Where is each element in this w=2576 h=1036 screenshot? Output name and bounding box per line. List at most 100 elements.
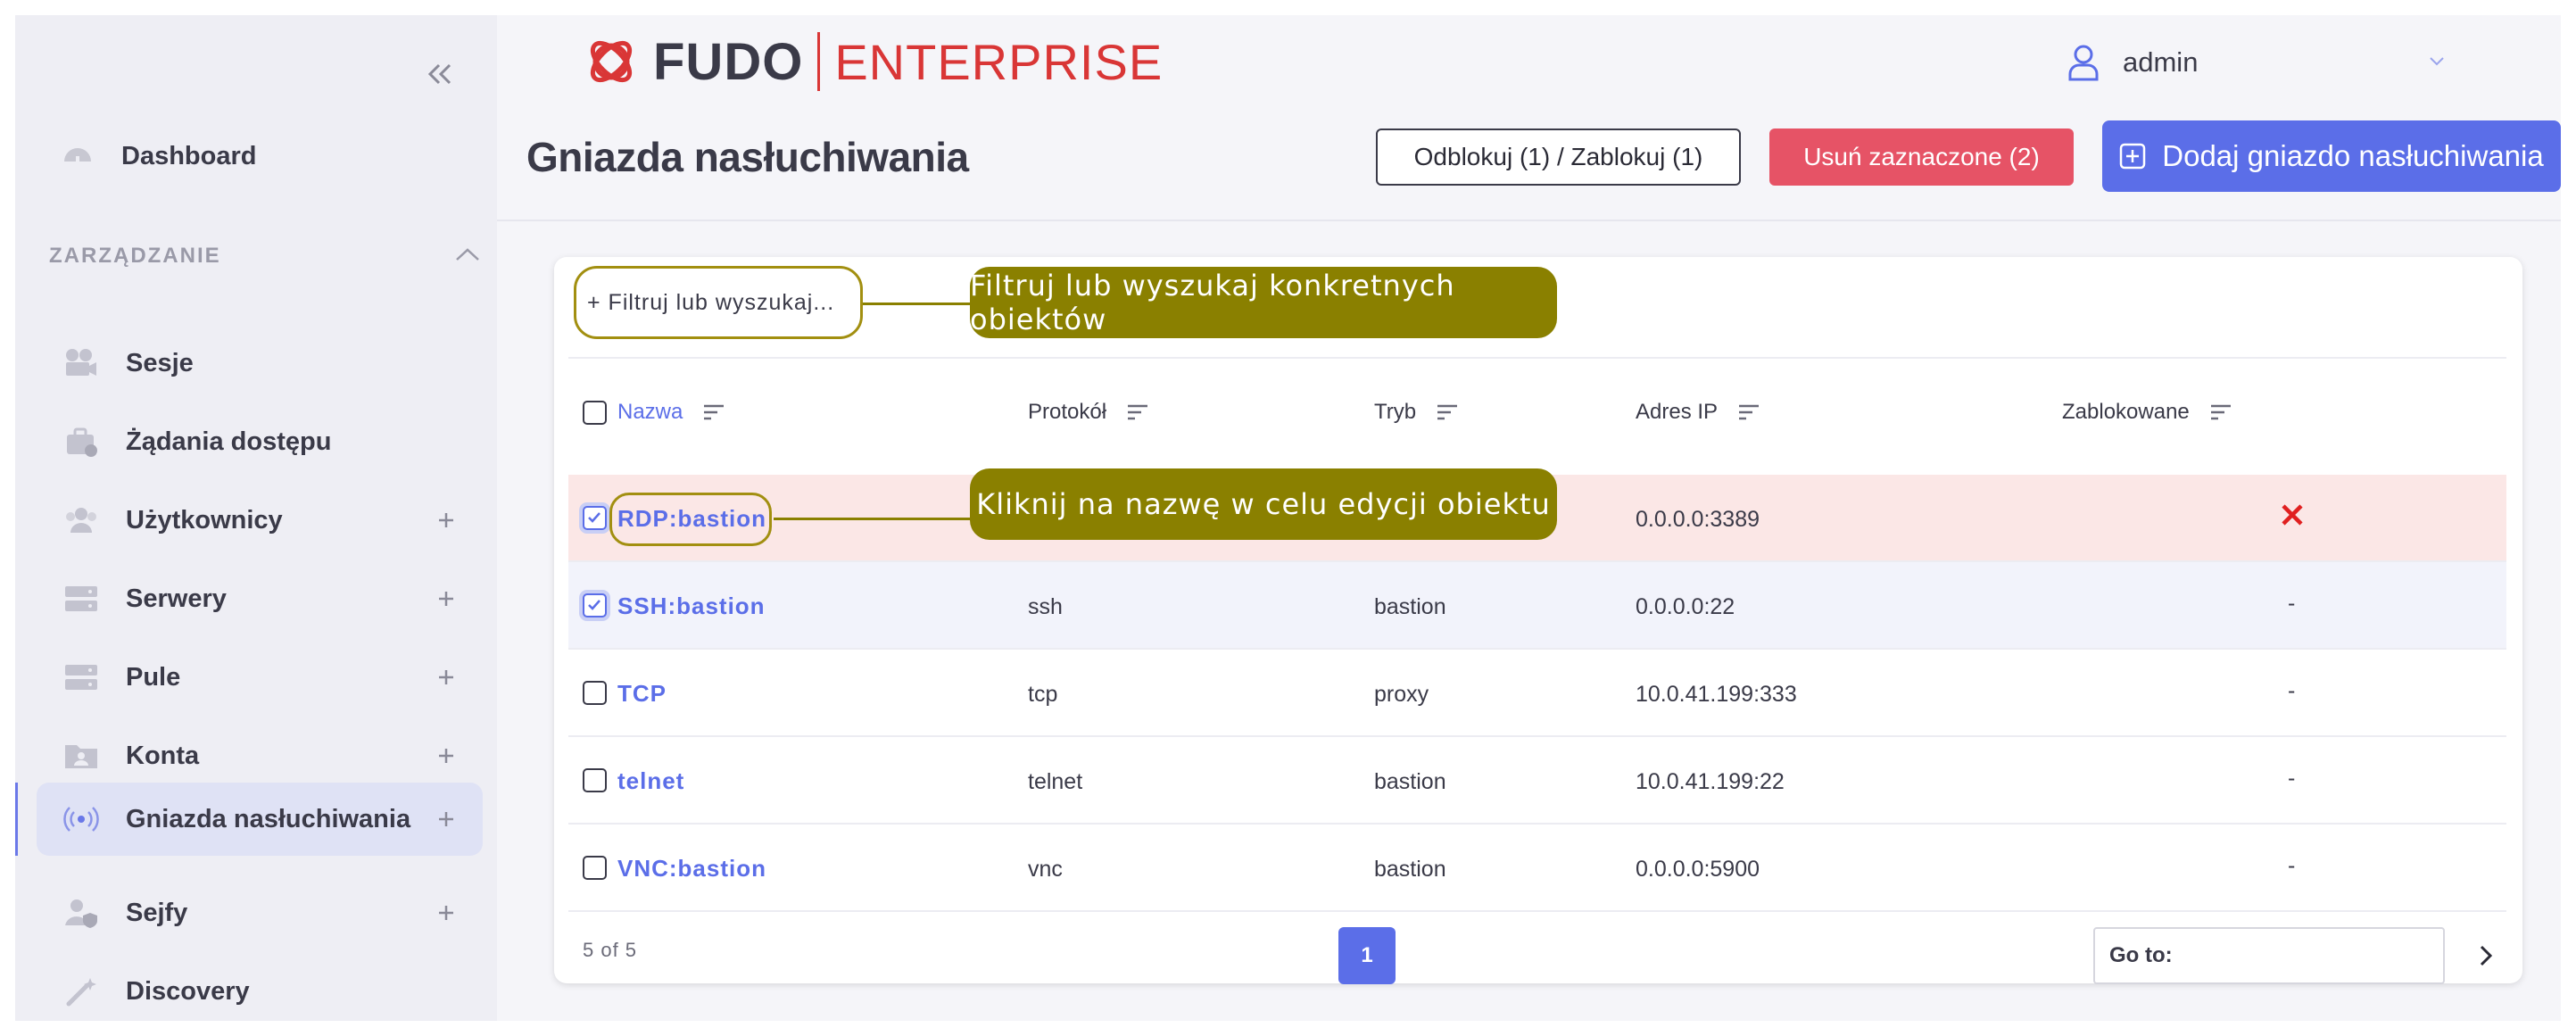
collapse-sidebar-button[interactable] bbox=[408, 47, 470, 101]
plus-icon[interactable] bbox=[433, 899, 460, 926]
edit-tooltip: Kliknij na nazwę w celu edycji obiektu bbox=[970, 468, 1557, 540]
column-label: Tryb bbox=[1374, 400, 1417, 424]
plus-icon[interactable] bbox=[433, 664, 460, 691]
row-ip: 10.0.41.199:333 bbox=[1636, 682, 1797, 707]
row-name-link[interactable]: VNC:bastion bbox=[617, 855, 766, 883]
plus-square-icon bbox=[2120, 143, 2146, 170]
camera-icon bbox=[62, 344, 101, 383]
sidebar-item-zadania-dostepu[interactable]: Żądania dostępu bbox=[37, 405, 483, 478]
tooltip-connector bbox=[774, 518, 970, 520]
sort-icon[interactable] bbox=[2209, 402, 2232, 422]
column-header-ip[interactable]: Adres IP bbox=[1636, 400, 1760, 425]
dashboard-icon bbox=[64, 148, 91, 162]
blocked-x-icon bbox=[2282, 504, 2303, 526]
fudo-logo: FUDO ENTERPRISE bbox=[582, 30, 1163, 93]
sidebar-item-label: Użytkownicy bbox=[126, 505, 283, 535]
sidebar-item-label: Discovery bbox=[126, 976, 250, 1006]
users-icon bbox=[62, 501, 101, 540]
column-header-blocked[interactable]: Zablokowane bbox=[2062, 400, 2232, 425]
sidebar-item-dashboard[interactable]: Dashboard bbox=[37, 122, 483, 185]
chevron-down-icon[interactable] bbox=[2426, 51, 2448, 72]
table-row[interactable]: TCP tcp proxy 10.0.41.199:333 - bbox=[568, 650, 2506, 737]
row-ip: 0.0.0.0:22 bbox=[1636, 594, 1735, 619]
column-header-mode[interactable]: Tryb bbox=[1374, 400, 1459, 425]
page-button-1[interactable]: 1 bbox=[1338, 927, 1396, 984]
logo-divider bbox=[817, 32, 821, 91]
sidebar-item-label: Sejfy bbox=[126, 898, 188, 927]
row-checkbox[interactable] bbox=[583, 681, 607, 705]
plus-icon[interactable] bbox=[433, 742, 460, 769]
add-listener-button[interactable]: Dodaj gniazdo nasłuchiwania bbox=[2102, 120, 2561, 192]
sidebar-item-serwery[interactable]: Serwery bbox=[37, 562, 483, 635]
user-icon bbox=[2068, 45, 2099, 81]
sort-icon[interactable] bbox=[1436, 402, 1459, 422]
sidebar-item-konta[interactable]: Konta bbox=[37, 719, 483, 792]
sidebar: Dashboard ZARZĄDZANIE Sesje Żądania dost… bbox=[15, 15, 497, 1021]
plus-icon[interactable] bbox=[433, 806, 460, 833]
sidebar-item-discovery[interactable]: Discovery bbox=[37, 955, 483, 1021]
row-blocked: - bbox=[2288, 853, 2296, 878]
row-checkbox[interactable] bbox=[583, 506, 607, 530]
row-protocol: ssh bbox=[1028, 594, 1063, 619]
double-chevron-left-icon bbox=[427, 63, 451, 85]
sort-icon[interactable] bbox=[1737, 402, 1760, 422]
sidebar-item-sejfy[interactable]: Sejfy bbox=[37, 876, 483, 949]
section-zarzadzanie[interactable]: ZARZĄDZANIE bbox=[49, 236, 479, 272]
table-row[interactable]: telnet telnet bastion 10.0.41.199:22 - bbox=[568, 737, 2506, 825]
plus-icon[interactable] bbox=[433, 585, 460, 612]
sidebar-item-pule[interactable]: Pule bbox=[37, 641, 483, 714]
active-indicator bbox=[15, 783, 18, 856]
row-protocol: telnet bbox=[1028, 769, 1083, 794]
row-name-link[interactable]: SSH:bastion bbox=[617, 593, 766, 620]
goto-page-input[interactable]: Go to: bbox=[2093, 927, 2445, 984]
chevron-right-icon[interactable] bbox=[2472, 941, 2499, 971]
server-icon bbox=[62, 579, 101, 618]
sidebar-item-label: Serwery bbox=[126, 584, 227, 613]
row-checkbox[interactable] bbox=[583, 768, 607, 792]
row-protocol: tcp bbox=[1028, 682, 1058, 707]
sort-icon[interactable] bbox=[1126, 402, 1149, 422]
sidebar-item-label: Gniazda nasłuchiwania bbox=[126, 804, 411, 833]
sidebar-item-label: Konta bbox=[126, 741, 200, 770]
broadcast-icon bbox=[62, 800, 101, 839]
wand-icon bbox=[62, 972, 101, 1011]
user-menu[interactable]: admin bbox=[2067, 40, 2444, 85]
column-header-name[interactable]: Nazwa bbox=[617, 400, 725, 425]
column-label: Nazwa bbox=[617, 400, 683, 424]
sidebar-item-sesje[interactable]: Sesje bbox=[37, 327, 483, 400]
safe-user-icon bbox=[62, 893, 101, 932]
table-row[interactable]: VNC:bastion vnc bastion 0.0.0.0:5900 - bbox=[568, 825, 2506, 912]
sidebar-item-label: Sesje bbox=[126, 348, 194, 377]
row-name-link[interactable]: telnet bbox=[617, 767, 684, 795]
row-checkbox[interactable] bbox=[583, 593, 607, 617]
column-header-protocol[interactable]: Protokół bbox=[1028, 400, 1149, 425]
delete-selected-button[interactable]: Usuń zaznaczone (2) bbox=[1769, 128, 2074, 186]
toggle-block-button[interactable]: Odblokuj (1) / Zablokuj (1) bbox=[1376, 128, 1741, 186]
sort-icon[interactable] bbox=[702, 402, 725, 422]
tooltip-connector bbox=[863, 303, 970, 305]
row-blocked: - bbox=[2288, 591, 2296, 616]
sidebar-item-uzytkownicy[interactable]: Użytkownicy bbox=[37, 484, 483, 557]
select-all-checkbox[interactable] bbox=[583, 401, 607, 425]
add-listener-label: Dodaj gniazdo nasłuchiwania bbox=[2162, 139, 2544, 172]
pool-icon bbox=[62, 658, 101, 697]
row-name-link[interactable]: RDP:bastion bbox=[617, 505, 766, 533]
briefcase-icon bbox=[62, 422, 101, 461]
check-icon bbox=[588, 600, 601, 610]
page-title: Gniazda nasłuchiwania bbox=[526, 134, 969, 180]
filter-input[interactable]: + Filtruj lub wyszukaj... bbox=[574, 266, 863, 339]
row-mode: bastion bbox=[1374, 857, 1446, 882]
sidebar-item-gniazda-nasluchiwania[interactable]: Gniazda nasłuchiwania bbox=[37, 783, 483, 856]
row-mode: proxy bbox=[1374, 682, 1429, 707]
filter-tooltip: Filtruj lub wyszukaj konkretnych obiektó… bbox=[970, 267, 1557, 338]
table-row[interactable]: SSH:bastion ssh bastion 0.0.0.0:22 - bbox=[568, 562, 2506, 650]
plus-icon[interactable] bbox=[433, 507, 460, 534]
goto-label: Go to: bbox=[2109, 943, 2173, 967]
row-name-link[interactable]: TCP bbox=[617, 680, 667, 708]
app-window: Dashboard ZARZĄDZANIE Sesje Żądania dost… bbox=[15, 15, 2561, 1021]
folder-account-icon bbox=[62, 736, 101, 775]
row-checkbox[interactable] bbox=[583, 856, 607, 880]
username: admin bbox=[2123, 46, 2199, 78]
brand-name: FUDO bbox=[653, 32, 804, 91]
divider bbox=[568, 357, 2506, 359]
